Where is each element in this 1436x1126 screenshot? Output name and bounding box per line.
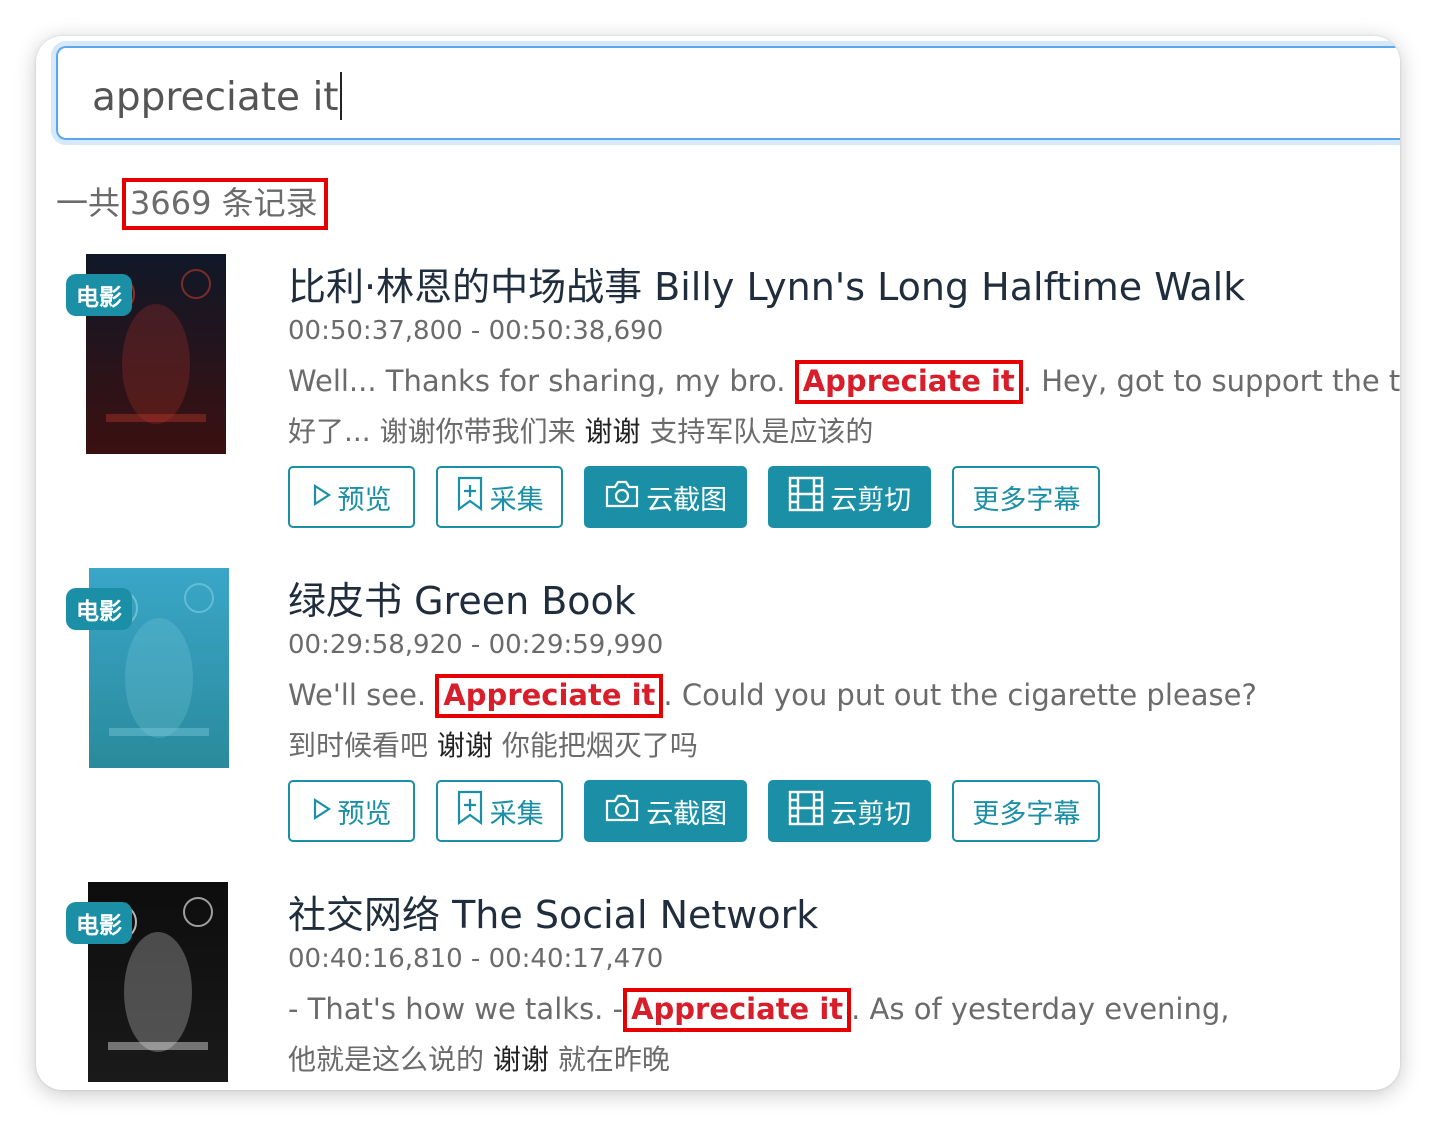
more-subtitles-label: 更多字幕 <box>972 798 1081 830</box>
timestamp: 00:40:16,810 - 00:40:17,470 <box>288 944 664 974</box>
subtitle-zh-before: 到时候看吧 <box>288 729 437 762</box>
search-panel: appreciate it 一共 3669 条记录 电影 比利·林恩的中场战事 B… <box>36 36 1400 1090</box>
subtitle-en-before: Well... Thanks for sharing, my bro. <box>288 364 795 398</box>
clip-button[interactable]: 云剪切 <box>768 780 932 842</box>
action-buttons: 预览 采集 云截图 云剪切 更多字幕 <box>288 466 1116 528</box>
film-icon <box>788 790 830 833</box>
category-badge: 电影 <box>66 274 132 316</box>
preview-label: 预览 <box>337 484 392 516</box>
bookmark-plus-icon <box>456 790 490 833</box>
subtitle-en-after: . Could you put out the cigarette please… <box>663 678 1257 712</box>
more-subtitles-button[interactable]: 更多字幕 <box>952 780 1101 842</box>
result-count: 一共 3669 条记录 <box>56 178 328 230</box>
timestamp: 00:29:58,920 - 00:29:59,990 <box>288 630 664 660</box>
action-buttons: 预览 采集 云截图 云剪切 更多字幕 <box>288 780 1116 842</box>
camera-icon <box>604 479 646 516</box>
screenshot-label: 云截图 <box>646 798 728 830</box>
play-icon <box>312 482 338 513</box>
match-highlight: Appreciate it <box>623 988 852 1032</box>
subtitle-en-after: . As of yesterday evening, <box>851 992 1230 1026</box>
result-count-prefix: 一共 <box>56 184 121 222</box>
more-subtitles-button[interactable]: 更多字幕 <box>952 466 1101 528</box>
subtitle-chinese: 好了... 谢谢你带我们来 谢谢 支持军队是应该的 <box>288 410 873 450</box>
preview-button[interactable]: 预览 <box>288 466 415 528</box>
collect-label: 采集 <box>489 484 544 516</box>
text-caret <box>339 72 342 120</box>
preview-label: 预览 <box>337 798 392 830</box>
subtitle-english: We'll see. Appreciate it. Could you put … <box>288 674 1257 718</box>
result-count-value: 3669 条记录 <box>122 178 328 230</box>
screenshot-label: 云截图 <box>646 484 728 516</box>
movie-title[interactable]: 绿皮书 Green Book <box>288 570 636 625</box>
timestamp: 00:50:37,800 - 00:50:38,690 <box>288 316 664 346</box>
bookmark-plus-icon <box>456 476 490 519</box>
collect-label: 采集 <box>489 798 544 830</box>
preview-button[interactable]: 预览 <box>288 780 415 842</box>
subtitle-zh-match: 谢谢 <box>584 415 641 448</box>
clip-label: 云剪切 <box>830 484 912 516</box>
movie-title[interactable]: 社交网络 The Social Network <box>288 884 818 939</box>
subtitle-en-after: . Hey, got to support the troops. <box>1022 364 1400 398</box>
search-input[interactable]: appreciate it <box>56 46 1400 140</box>
subtitle-zh-after: 你能把烟灭了吗 <box>492 729 698 762</box>
subtitle-zh-match: 谢谢 <box>492 1043 549 1076</box>
subtitle-en-before: - That's how we talks. - <box>288 992 624 1026</box>
collect-button[interactable]: 采集 <box>436 466 564 528</box>
category-badge: 电影 <box>66 588 132 630</box>
search-input-value: appreciate it <box>92 72 342 120</box>
collect-button[interactable]: 采集 <box>436 780 564 842</box>
subtitle-zh-after: 支持军队是应该的 <box>640 415 874 448</box>
screenshot-button[interactable]: 云截图 <box>584 780 748 842</box>
subtitle-zh-after: 就在昨晚 <box>548 1043 670 1076</box>
subtitle-english: - That's how we talks. - Appreciate it. A… <box>288 988 1230 1032</box>
category-badge: 电影 <box>66 902 132 944</box>
camera-icon <box>604 793 646 830</box>
movie-title[interactable]: 比利·林恩的中场战事 Billy Lynn's Long Halftime Wa… <box>288 256 1245 311</box>
subtitle-chinese: 他就是这么说的 谢谢 就在昨晚 <box>288 1038 670 1078</box>
clip-button[interactable]: 云剪切 <box>768 466 932 528</box>
clip-label: 云剪切 <box>830 798 912 830</box>
result-item: 电影 社交网络 The Social Network 00:40:16,810 … <box>36 882 1400 1090</box>
subtitle-zh-match: 谢谢 <box>436 729 493 762</box>
subtitle-en-before: We'll see. <box>288 678 436 712</box>
subtitle-zh-before: 他就是这么说的 <box>288 1043 493 1076</box>
screenshot-button[interactable]: 云截图 <box>584 466 748 528</box>
result-item: 电影 比利·林恩的中场战事 Billy Lynn's Long Halftime… <box>36 254 1400 554</box>
play-icon <box>312 796 338 827</box>
subtitle-english: Well... Thanks for sharing, my bro. Appr… <box>288 360 1400 404</box>
result-item: 电影 绿皮书 Green Book 00:29:58,920 - 00:29:5… <box>36 568 1400 868</box>
film-icon <box>788 476 830 519</box>
more-subtitles-label: 更多字幕 <box>972 484 1081 516</box>
subtitle-zh-before: 好了... 谢谢你带我们来 <box>288 415 585 448</box>
match-highlight: Appreciate it <box>794 360 1023 404</box>
subtitle-chinese: 到时候看吧 谢谢 你能把烟灭了吗 <box>288 724 698 764</box>
match-highlight: Appreciate it <box>435 674 664 718</box>
